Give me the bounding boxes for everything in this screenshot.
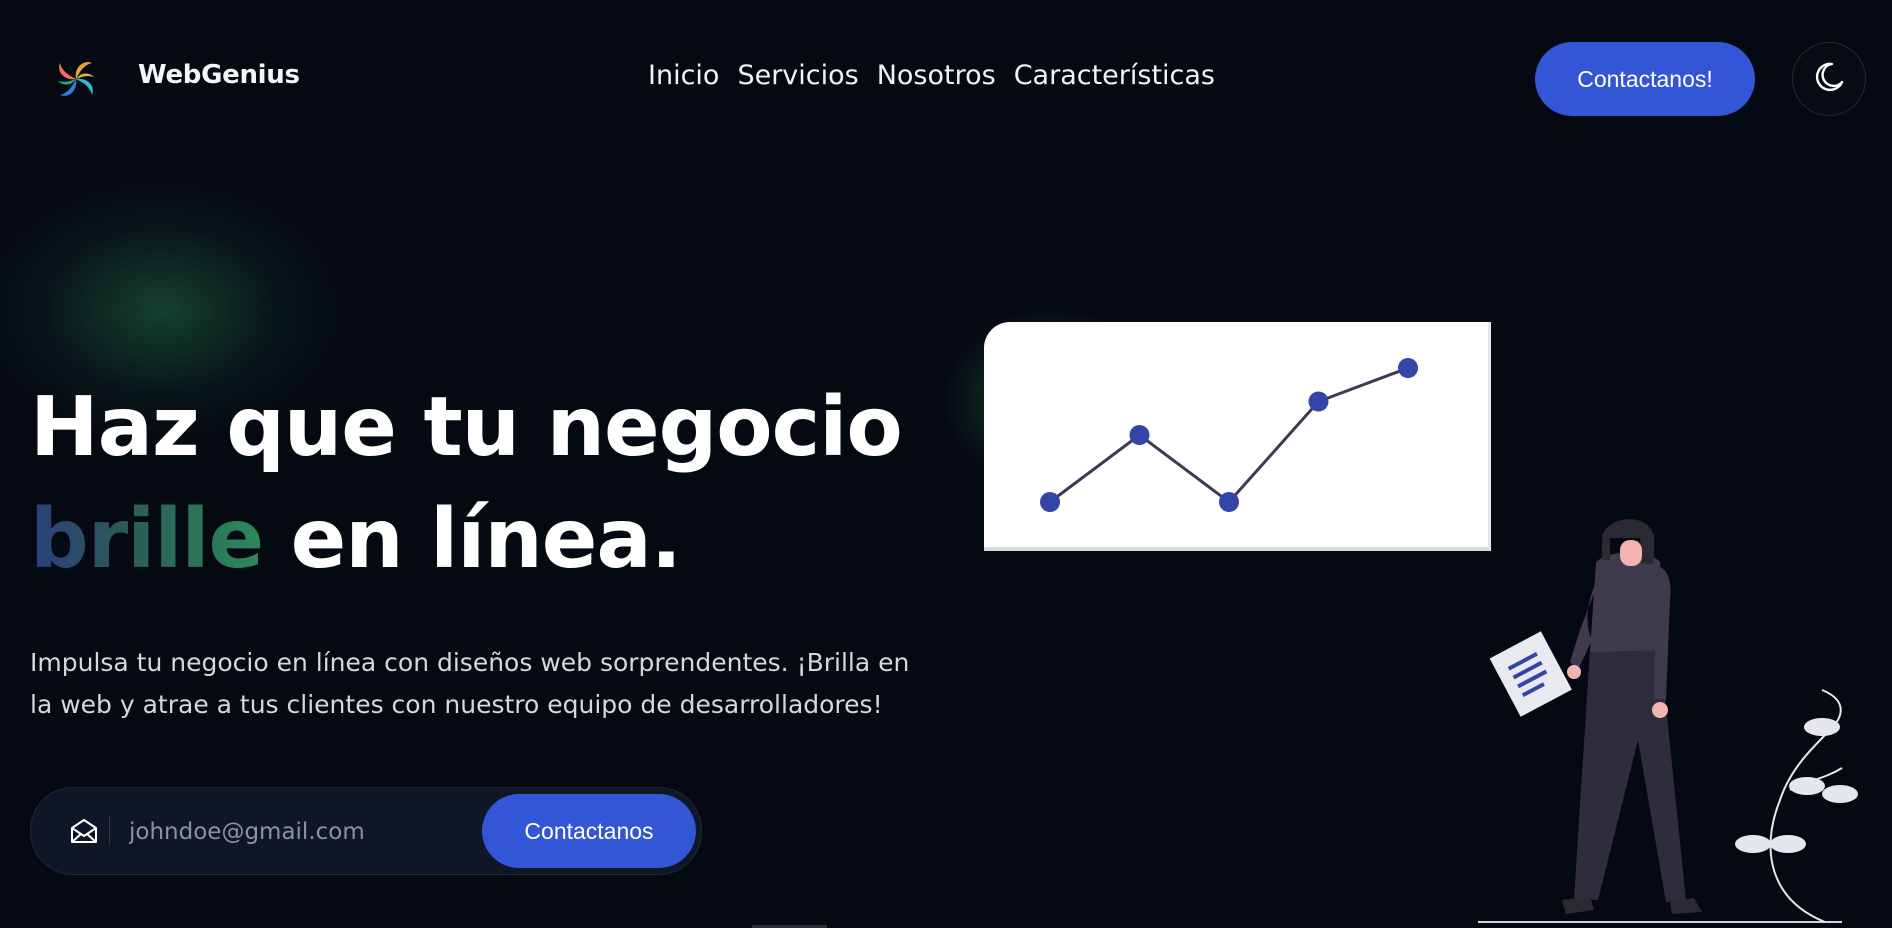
nav-item-nosotros[interactable]: Nosotros [877, 60, 996, 91]
contact-submit-button[interactable]: Contactanos [482, 794, 696, 868]
email-signup-form: Contactanos [30, 787, 702, 875]
email-input[interactable] [127, 810, 491, 854]
contact-button[interactable]: Contactanos! [1535, 42, 1755, 116]
nav-item-inicio[interactable]: Inicio [648, 60, 719, 91]
nav-item-caracteristicas[interactable]: Características [1014, 60, 1215, 91]
landing-page: WebGenius Inicio Servicios Nosotros Cara… [0, 0, 1892, 928]
person-illustration [1470, 500, 1870, 928]
theme-toggle-button[interactable] [1792, 42, 1866, 116]
plant-icon [1735, 689, 1858, 923]
moon-icon [1812, 60, 1846, 98]
chart-point-1 [1040, 492, 1060, 512]
hero-title: Haz que tu negocio brille en línea. [30, 372, 903, 596]
chart-point-5 [1398, 358, 1418, 378]
hero-title-line2: en línea. [263, 492, 682, 587]
chart-point-3 [1219, 492, 1239, 512]
chart-point-4 [1308, 391, 1329, 412]
main-nav: Inicio Servicios Nosotros Característica… [648, 60, 1215, 91]
hero-title-highlight: brille [30, 492, 264, 587]
nav-item-servicios[interactable]: Servicios [737, 60, 858, 91]
brand-name[interactable]: WebGenius [138, 60, 300, 90]
envelope-open-icon [69, 816, 99, 846]
chart-line [1049, 366, 1409, 505]
chart-card-illustration [984, 322, 1491, 551]
hero-title-line1: Haz que tu negocio [30, 380, 903, 475]
line-chart-illustration [1040, 358, 1418, 512]
hero-description: Impulsa tu negocio en línea con diseños … [30, 648, 910, 719]
pinwheel-logo-icon[interactable] [52, 54, 100, 104]
woman-figure [1489, 519, 1702, 914]
input-divider [109, 816, 110, 846]
chart-point-2 [1129, 425, 1150, 445]
